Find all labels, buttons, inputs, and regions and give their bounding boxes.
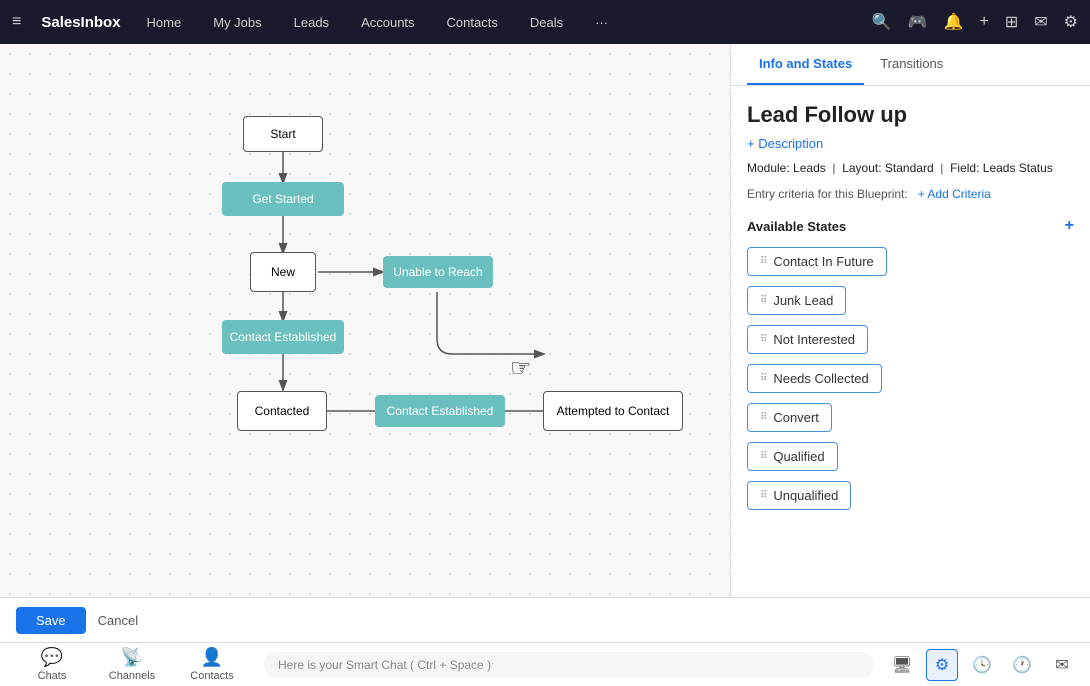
node-start[interactable]: Start [243, 116, 323, 152]
nav-myjobs[interactable]: My Jobs [207, 11, 267, 34]
mail-icon[interactable]: ✉ [1034, 12, 1047, 32]
node-contact-established-2[interactable]: Contact Established [375, 395, 505, 427]
layout-label: Layout: [842, 161, 881, 175]
chat-bar: 💬 Chats 📡 Channels 👤 Contacts Here is yo… [0, 642, 1090, 686]
top-navigation: ≡ SalesInbox Home My Jobs Leads Accounts… [0, 0, 1090, 44]
nav-deals[interactable]: Deals [524, 11, 569, 34]
nav-icon-group: 🔍 🎮 🔔 + ⊞ ✉ ⚙ [872, 12, 1078, 32]
cancel-button[interactable]: Cancel [98, 613, 138, 628]
layout-value: Standard [885, 161, 934, 175]
field-value: Leads Status [983, 161, 1053, 175]
drag-handle-icon: ⠿ [760, 334, 767, 345]
envelope-icon[interactable]: ✉ [1046, 649, 1078, 681]
contacts-label: Contacts [190, 670, 233, 682]
available-states-label: Available States [747, 219, 846, 234]
search-icon[interactable]: 🔍 [872, 12, 892, 32]
chat-toolbar: 🖥 ⚙ 🕓 🕐 ✉ [886, 649, 1078, 681]
node-contact-established-1[interactable]: Contact Established [222, 320, 344, 354]
chat-placeholder: Here is your Smart Chat ( Ctrl + Space ) [278, 658, 491, 672]
nav-contacts[interactable]: Contacts [441, 11, 504, 34]
tab-transitions[interactable]: Transitions [868, 44, 955, 85]
add-criteria-link[interactable]: + Add Criteria [918, 187, 991, 201]
blueprint-title: Lead Follow up [747, 102, 1074, 128]
game-icon[interactable]: 🎮 [908, 12, 928, 32]
state-convert[interactable]: ⠿ Convert [747, 403, 832, 432]
node-unable-to-reach[interactable]: Unable to Reach [383, 256, 493, 288]
state-unqualified[interactable]: ⠿ Unqualified [747, 481, 851, 510]
screen-icon[interactable]: 🖥 [886, 649, 918, 681]
drag-handle-icon: ⠿ [760, 412, 767, 423]
settings-icon[interactable]: ⚙ [1064, 12, 1078, 32]
state-junk-lead[interactable]: ⠿ Junk Lead [747, 286, 846, 315]
bottom-bar: Save Cancel [0, 597, 1090, 642]
drag-handle-icon: ⠿ [760, 295, 767, 306]
state-label: Unqualified [773, 488, 838, 503]
field-label: Field: [950, 161, 979, 175]
state-needs-collected[interactable]: ⠿ Needs Collected [747, 364, 882, 393]
available-states-header: Available States + [747, 217, 1074, 235]
state-label: Junk Lead [773, 293, 833, 308]
grid-icon[interactable]: ⊞ [1005, 12, 1018, 32]
chat-nav-channels[interactable]: 📡 Channels [92, 647, 172, 682]
channels-label: Channels [109, 670, 155, 682]
state-qualified[interactable]: ⠿ Qualified [747, 442, 838, 471]
module-label: Module: [747, 161, 790, 175]
cursor-pointer: ☞ [510, 354, 532, 383]
chat-nav-contacts[interactable]: 👤 Contacts [172, 647, 252, 682]
state-label: Qualified [773, 449, 824, 464]
panel-body: Lead Follow up + Description Module: Lea… [731, 86, 1090, 597]
nav-leads[interactable]: Leads [288, 11, 335, 34]
main-area: Start Get Started New Unable to Reach Co… [0, 44, 1090, 597]
nav-more[interactable]: ··· [589, 11, 614, 34]
save-button[interactable]: Save [16, 607, 86, 634]
channels-icon: 📡 [121, 647, 143, 668]
drag-handle-icon: ⠿ [760, 373, 767, 384]
module-value: Leads [793, 161, 826, 175]
node-new[interactable]: New [250, 252, 316, 292]
panel-tabs: Info and States Transitions [731, 44, 1090, 86]
panel-meta: Module: Leads | Layout: Standard | Field… [747, 161, 1074, 175]
add-icon[interactable]: + [980, 13, 989, 31]
smart-chat-input[interactable]: Here is your Smart Chat ( Ctrl + Space ) [264, 652, 874, 678]
state-label: Convert [773, 410, 819, 425]
chats-icon: 💬 [41, 647, 63, 668]
right-panel: Info and States Transitions Lead Follow … [730, 44, 1090, 597]
state-label: Not Interested [773, 332, 855, 347]
tab-info-and-states[interactable]: Info and States [747, 44, 864, 85]
gear-settings-icon[interactable]: ⚙ [926, 649, 958, 681]
history-icon[interactable]: 🕓 [966, 649, 998, 681]
node-contacted[interactable]: Contacted [237, 391, 327, 431]
contacts-icon: 👤 [201, 647, 223, 668]
drag-handle-icon: ⠿ [760, 451, 767, 462]
state-contact-in-future[interactable]: ⠿ Contact In Future [747, 247, 887, 276]
notification-icon[interactable]: 🔔 [944, 12, 964, 32]
clock-icon[interactable]: 🕐 [1006, 649, 1038, 681]
flow-arrows [0, 44, 730, 597]
nav-home[interactable]: Home [141, 11, 188, 34]
nav-accounts[interactable]: Accounts [355, 11, 420, 34]
criteria-label: Entry criteria for this Blueprint: [747, 187, 908, 201]
add-description-link[interactable]: + Description [747, 136, 823, 151]
flowchart-canvas[interactable]: Start Get Started New Unable to Reach Co… [0, 44, 730, 597]
app-logo: SalesInbox [41, 14, 120, 31]
chat-nav-chats[interactable]: 💬 Chats [12, 647, 92, 682]
state-label: Needs Collected [773, 371, 868, 386]
hamburger-menu[interactable]: ≡ [12, 13, 21, 31]
node-get-started[interactable]: Get Started [222, 182, 344, 216]
state-not-interested[interactable]: ⠿ Not Interested [747, 325, 868, 354]
chats-label: Chats [38, 670, 67, 682]
drag-handle-icon: ⠿ [760, 490, 767, 501]
state-label: Contact In Future [773, 254, 873, 269]
add-state-button[interactable]: + [1065, 217, 1074, 235]
drag-handle-icon: ⠿ [760, 256, 767, 267]
node-attempted-to-contact[interactable]: Attempted to Contact [543, 391, 683, 431]
criteria-line: Entry criteria for this Blueprint: + Add… [747, 187, 1074, 201]
